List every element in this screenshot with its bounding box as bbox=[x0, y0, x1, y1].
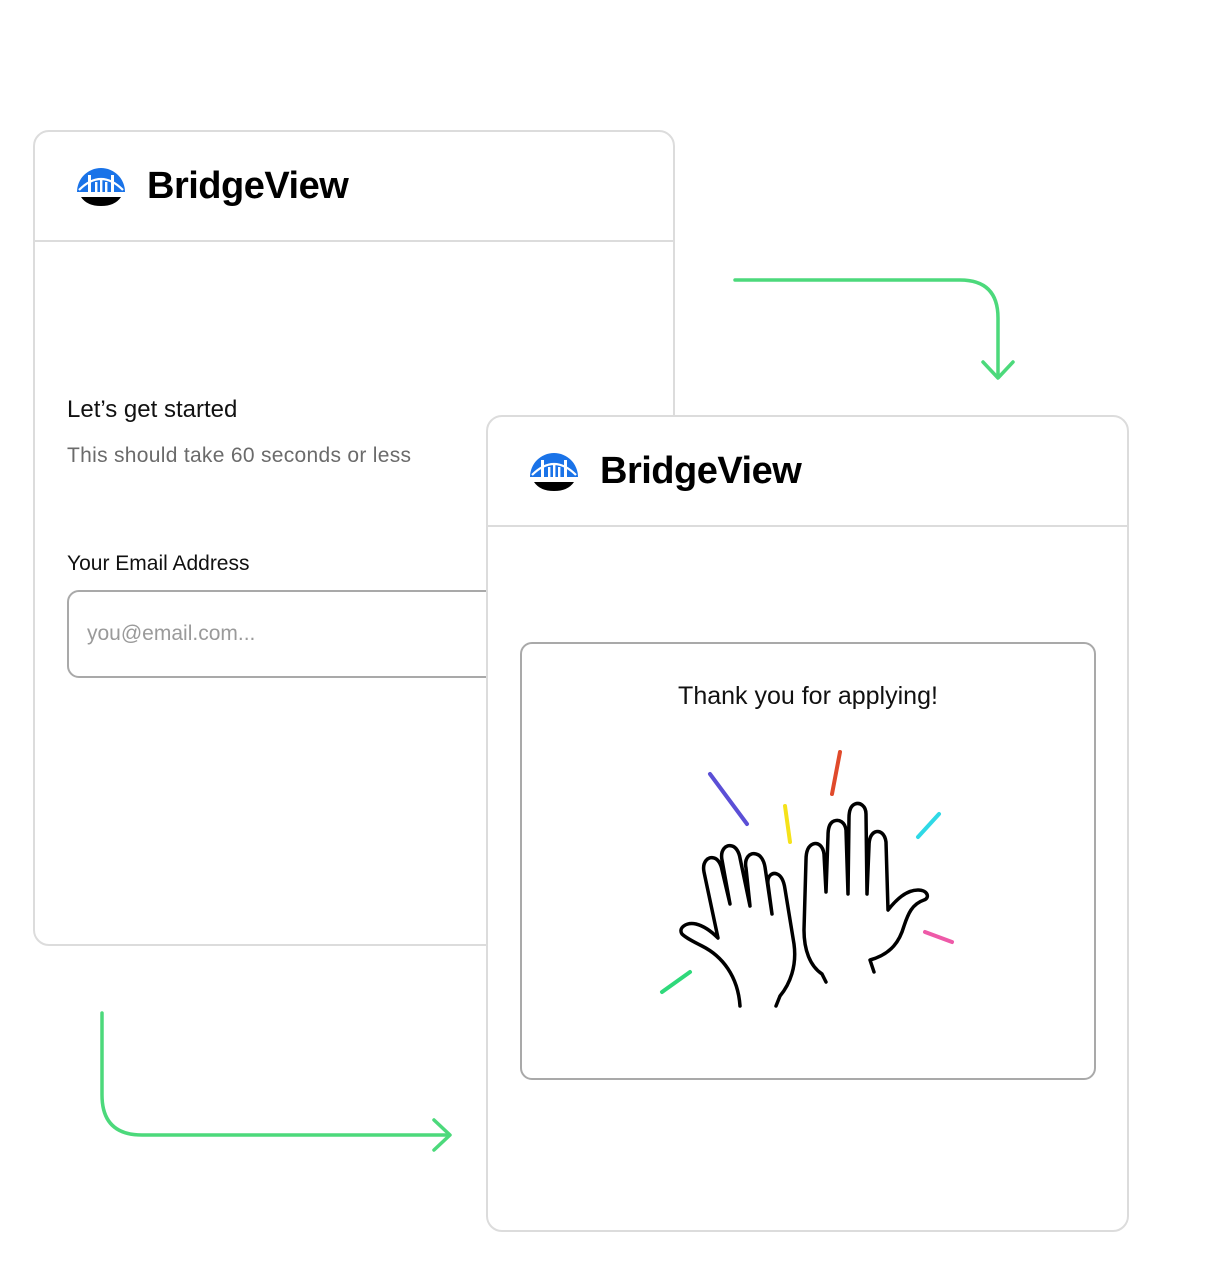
card-header: BridgeView bbox=[488, 417, 1127, 527]
high-five-icon bbox=[660, 750, 954, 1008]
flow-arrow-down-right-icon bbox=[100, 1011, 452, 1152]
brand: BridgeView bbox=[75, 162, 349, 210]
brand: BridgeView bbox=[528, 447, 802, 495]
card-header: BridgeView bbox=[35, 132, 673, 242]
confirmation-card: BridgeView Thank you for applying! bbox=[486, 415, 1129, 1232]
confirmation-panel: Thank you for applying! bbox=[520, 642, 1096, 1080]
flow-arrow-right-down-icon bbox=[733, 278, 1015, 380]
brand-name: BridgeView bbox=[147, 164, 349, 207]
bridge-logo-icon bbox=[77, 168, 125, 206]
brand-name: BridgeView bbox=[600, 449, 802, 492]
bridge-logo-icon bbox=[530, 453, 578, 491]
confirmation-message: Thank you for applying! bbox=[678, 682, 938, 710]
